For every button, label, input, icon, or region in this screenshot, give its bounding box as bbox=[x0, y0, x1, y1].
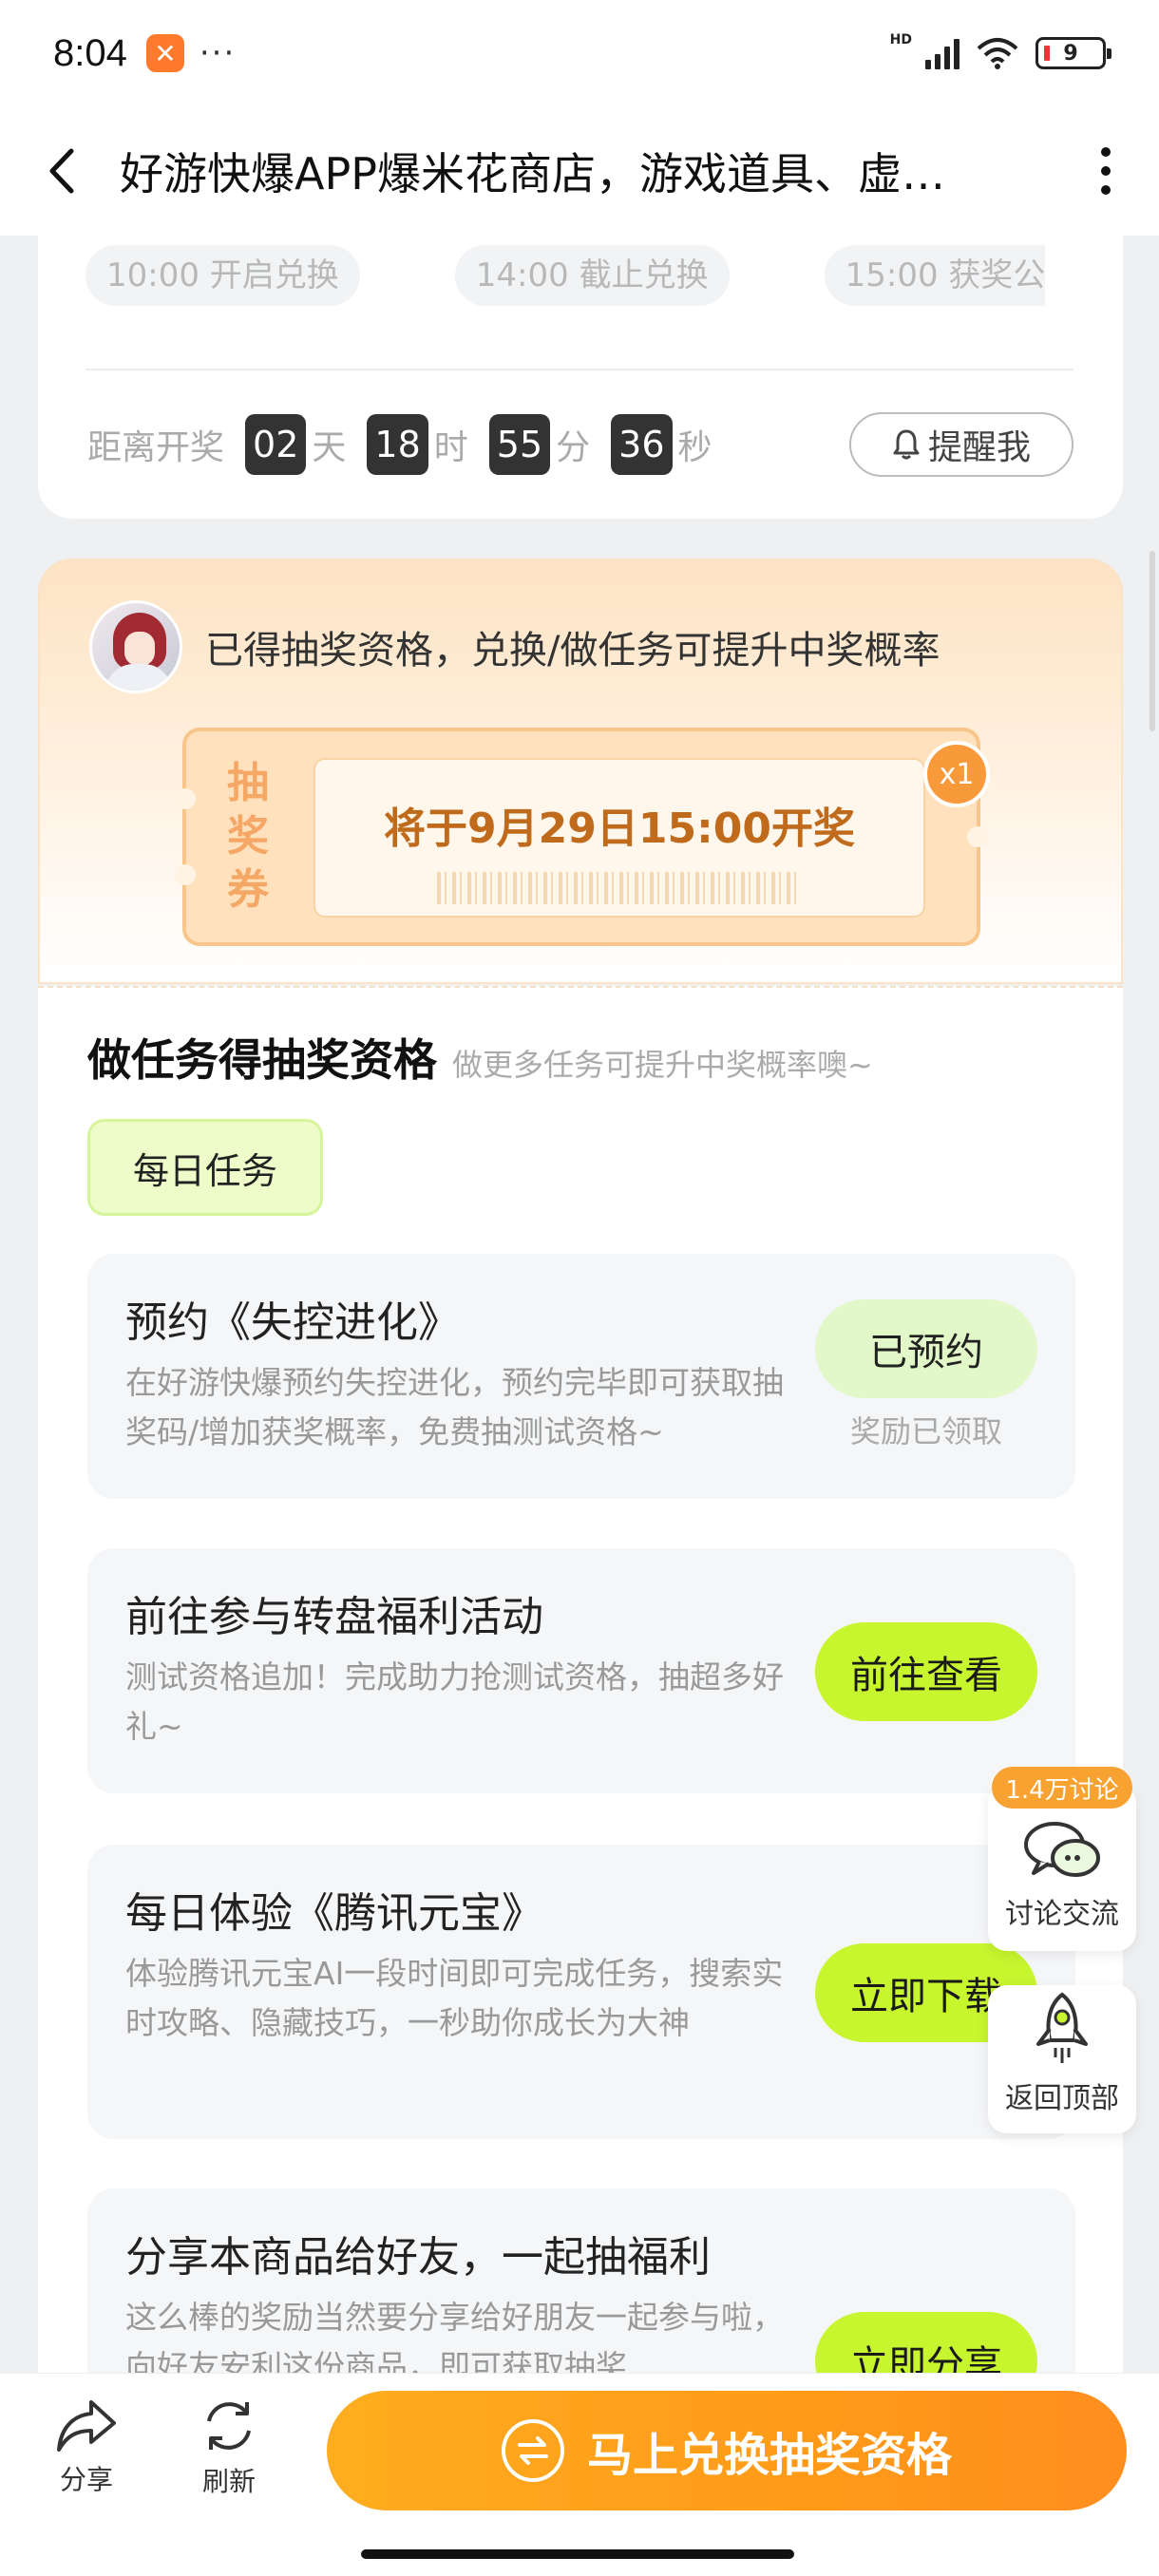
remind-me-button[interactable]: 提醒我 bbox=[849, 412, 1074, 477]
schedule-chip-open: 10:00 开启兑换 bbox=[86, 245, 360, 306]
task-description: 测试资格追加！完成助力抢测试资格，抽超多好礼~ bbox=[125, 1658, 784, 1745]
countdown-minutes: 55 bbox=[488, 414, 551, 475]
go-view-button[interactable]: 前往查看 bbox=[815, 1622, 1037, 1721]
status-bar: 8:04 ✕ ··· HD 9 bbox=[0, 0, 1159, 106]
ticket-body: 将于9月29日15:00开奖 bbox=[314, 758, 925, 918]
schedule-chip-close: 14:00 截止兑换 bbox=[454, 245, 730, 306]
countdown-seconds: 36 bbox=[611, 414, 673, 475]
ticket-label-char: 抽 bbox=[227, 759, 269, 807]
signal-icon bbox=[925, 37, 960, 69]
refresh-label: 刷新 bbox=[201, 2466, 256, 2497]
schedule-chips: 10:00 开启兑换 14:00 截止兑换 15:00 获奖公布 bbox=[86, 245, 1045, 312]
more-notifications-icon: ··· bbox=[199, 34, 237, 72]
refresh-icon bbox=[207, 2402, 251, 2450]
share-label: 分享 bbox=[59, 2464, 113, 2495]
lottery-card: 已得抽奖资格，兑换/做任务可提升中奖概率 抽 奖 券 将于9月29日15:00开… bbox=[38, 559, 1123, 984]
lottery-status: 已得抽奖资格，兑换/做任务可提升中奖概率 bbox=[89, 600, 940, 693]
tasks-subtitle: 做更多任务可提升中奖概率噢~ bbox=[452, 1047, 873, 1083]
discussion-float-button[interactable]: 1.4万讨论 讨论交流 bbox=[988, 1767, 1136, 1951]
bottom-bar: 分享 刷新 马上兑换抽奖资格 bbox=[0, 2373, 1159, 2576]
status-time: 8:04 bbox=[53, 31, 127, 74]
task-description: 在好游快爆预约失控进化，预约完毕即可获取抽奖码/增加获奖概率，免费抽测试资格~ bbox=[125, 1364, 784, 1450]
task-title: 预约《失控进化》 bbox=[125, 1298, 460, 1347]
chat-bubbles-icon bbox=[1024, 1822, 1100, 1877]
rocket-icon bbox=[1036, 1992, 1088, 2063]
tasks-header: 做任务得抽奖资格 做更多任务可提升中奖概率噢~ bbox=[87, 1026, 873, 1089]
discussion-label: 讨论交流 bbox=[1005, 1898, 1119, 1931]
wifi-icon bbox=[977, 38, 1018, 69]
countdown-hours-unit: 时 bbox=[433, 428, 468, 467]
task-title: 每日体验《腾讯元宝》 bbox=[125, 1889, 543, 1938]
ticket-label-char: 券 bbox=[227, 865, 269, 914]
exchange-icon bbox=[501, 2419, 564, 2482]
back-arrow-icon[interactable] bbox=[34, 144, 87, 198]
share-icon bbox=[57, 2400, 116, 2452]
ticket-label: 抽 奖 券 bbox=[186, 731, 310, 942]
redeem-lottery-button[interactable]: 马上兑换抽奖资格 bbox=[327, 2391, 1127, 2510]
redeem-lottery-label: 马上兑换抽奖资格 bbox=[586, 2429, 952, 2482]
discussion-count-badge: 1.4万讨论 bbox=[992, 1767, 1132, 1809]
battery-level: 9 bbox=[1063, 41, 1078, 66]
lottery-status-text: 已得抽奖资格，兑换/做任务可提升中奖概率 bbox=[205, 629, 940, 672]
countdown-hours: 18 bbox=[367, 414, 428, 475]
lottery-ticket: 抽 奖 券 将于9月29日15:00开奖 x1 bbox=[175, 728, 990, 946]
remind-me-label: 提醒我 bbox=[927, 428, 1031, 467]
task-item: 前往参与转盘福利活动 测试资格追加！完成助力抢测试资格，抽超多好礼~ 前往查看 bbox=[87, 1548, 1075, 1793]
divider bbox=[86, 369, 1074, 370]
avatar bbox=[89, 600, 182, 693]
task-title: 前往参与转盘福利活动 bbox=[125, 1593, 543, 1641]
countdown-seconds-unit: 秒 bbox=[677, 428, 712, 467]
task-item: 每日体验《腾讯元宝》 体验腾讯元宝AI一段时间即可完成任务，搜索实时攻略、隐藏技… bbox=[87, 1845, 1075, 2139]
schedule-chip-announce: 15:00 获奖公布 bbox=[824, 245, 1045, 306]
countdown-minutes-unit: 分 bbox=[556, 428, 591, 467]
share-button[interactable]: 分享 bbox=[34, 2396, 139, 2497]
app-notification-icon: ✕ bbox=[145, 34, 184, 72]
tasks-title: 做任务得抽奖资格 bbox=[87, 1034, 437, 1086]
countdown-days: 02 bbox=[245, 414, 307, 475]
countdown-days-unit: 天 bbox=[312, 428, 347, 467]
battery-icon: 9 bbox=[1036, 37, 1112, 69]
scrollbar[interactable] bbox=[1150, 551, 1155, 731]
reserved-button[interactable]: 已预约 bbox=[815, 1299, 1037, 1398]
draw-time-text: 将于9月29日15:00开奖 bbox=[384, 805, 855, 853]
schedule-card: 10:00 开启兑换 14:00 截止兑换 15:00 获奖公布 距离开奖 02 天… bbox=[38, 236, 1123, 519]
hd-network-label: HD bbox=[889, 32, 912, 47]
back-to-top-label: 返回顶部 bbox=[1005, 2082, 1119, 2115]
countdown-label: 距离开奖 bbox=[87, 428, 225, 467]
home-indicator[interactable] bbox=[361, 2549, 794, 2559]
more-vertical-icon[interactable] bbox=[1087, 147, 1125, 195]
page-title: 好游快爆APP爆米花商店，游戏道具、虚… bbox=[120, 148, 945, 199]
countdown: 距离开奖 02 天 18 时 55 分 36 秒 bbox=[87, 414, 712, 475]
ticket-count-badge: x1 bbox=[923, 741, 990, 807]
task-title: 分享本商品给好友，一起抽福利 bbox=[125, 2233, 711, 2282]
tab-daily-tasks[interactable]: 每日任务 bbox=[87, 1119, 323, 1216]
reward-claimed-note: 奖励已领取 bbox=[849, 1413, 1002, 1449]
tasks-card: 做任务得抽奖资格 做更多任务可提升中奖概率噢~ 每日任务 预约《失控进化》 在好… bbox=[38, 986, 1123, 2426]
bell-icon bbox=[893, 429, 920, 460]
task-description: 体验腾讯元宝AI一段时间即可完成任务，搜索实时攻略、隐藏技巧，一秒助你成长为大神 bbox=[125, 1955, 784, 2041]
back-to-top-button[interactable]: 返回顶部 bbox=[988, 1985, 1136, 2133]
barcode-decoration bbox=[437, 872, 798, 904]
ticket-label-char: 奖 bbox=[227, 812, 269, 861]
task-item: 预约《失控进化》 在好游快爆预约失控进化，预约完毕即可获取抽奖码/增加获奖概率，… bbox=[87, 1254, 1075, 1499]
refresh-button[interactable]: 刷新 bbox=[177, 2396, 281, 2499]
nav-bar: 好游快爆APP爆米花商店，游戏道具、虚… bbox=[0, 106, 1159, 236]
